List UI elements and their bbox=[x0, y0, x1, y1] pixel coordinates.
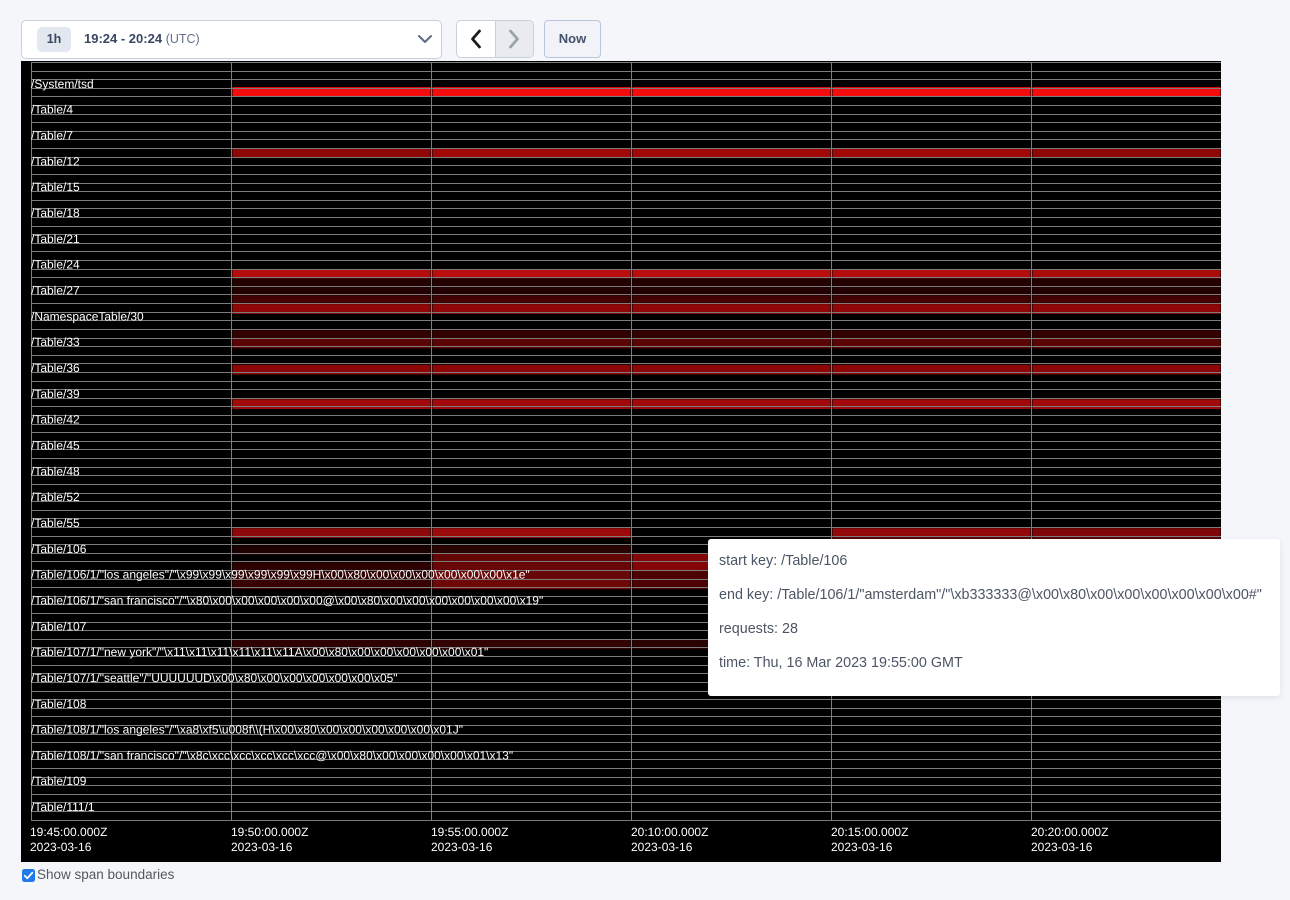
svg-text:20:20:00.000Z: 20:20:00.000Z bbox=[1031, 825, 1108, 839]
svg-text:/Table/39: /Table/39 bbox=[31, 387, 80, 401]
svg-text:/Table/109: /Table/109 bbox=[31, 774, 87, 788]
svg-text:/Table/27: /Table/27 bbox=[31, 283, 80, 297]
svg-text:19:45:00.000Z: 19:45:00.000Z bbox=[30, 825, 107, 839]
svg-text:/Table/4: /Table/4 bbox=[31, 103, 73, 117]
svg-text:/Table/52: /Table/52 bbox=[31, 490, 80, 504]
svg-text:/Table/36: /Table/36 bbox=[31, 361, 80, 375]
svg-text:/Table/7: /Table/7 bbox=[31, 128, 73, 142]
svg-text:20:15:00.000Z: 20:15:00.000Z bbox=[831, 825, 908, 839]
svg-text:/Table/107/1/"new york"/"\x11\: /Table/107/1/"new york"/"\x11\x11\x11\x1… bbox=[31, 645, 488, 659]
svg-text:/Table/33: /Table/33 bbox=[31, 335, 80, 349]
svg-text:/Table/106/1/"san francisco"/": /Table/106/1/"san francisco"/"\x80\x00\x… bbox=[31, 593, 543, 607]
svg-text:19:55:00.000Z: 19:55:00.000Z bbox=[431, 825, 508, 839]
svg-text:/Table/107/1/"seattle"/"UUUUUU: /Table/107/1/"seattle"/"UUUUUUD\x00\x80\… bbox=[31, 671, 398, 685]
svg-text:19:50:00.000Z: 19:50:00.000Z bbox=[231, 825, 308, 839]
svg-text:2023-03-16: 2023-03-16 bbox=[831, 840, 893, 854]
svg-text:/Table/48: /Table/48 bbox=[31, 464, 80, 478]
svg-text:/Table/108/1/"san francisco"/": /Table/108/1/"san francisco"/"\x8c\xcc\x… bbox=[31, 748, 513, 762]
svg-text:/Table/107: /Table/107 bbox=[31, 619, 87, 633]
svg-text:2023-03-16: 2023-03-16 bbox=[431, 840, 493, 854]
svg-text:/Table/21: /Table/21 bbox=[31, 232, 80, 246]
svg-text:2023-03-16: 2023-03-16 bbox=[231, 840, 293, 854]
svg-text:/Table/45: /Table/45 bbox=[31, 438, 80, 452]
svg-text:/Table/108: /Table/108 bbox=[31, 697, 87, 711]
svg-text:/Table/42: /Table/42 bbox=[31, 413, 80, 427]
svg-text:/Table/15: /Table/15 bbox=[31, 180, 80, 194]
svg-text:/Table/12: /Table/12 bbox=[31, 154, 80, 168]
svg-text:2023-03-16: 2023-03-16 bbox=[30, 840, 92, 854]
svg-text:2023-03-16: 2023-03-16 bbox=[1031, 840, 1093, 854]
svg-text:/Table/111/1: /Table/111/1 bbox=[31, 800, 95, 814]
svg-text:/Table/18: /Table/18 bbox=[31, 206, 80, 220]
svg-text:/Table/108/1/"los angeles"/"\x: /Table/108/1/"los angeles"/"\xa8\xf5\u00… bbox=[31, 723, 463, 737]
svg-text:20:10:00.000Z: 20:10:00.000Z bbox=[631, 825, 708, 839]
svg-text:/System/tsd: /System/tsd bbox=[31, 77, 94, 91]
svg-text:/Table/106/1/"los angeles"/"\x: /Table/106/1/"los angeles"/"\x99\x99\x99… bbox=[31, 568, 530, 582]
svg-text:2023-03-16: 2023-03-16 bbox=[631, 840, 693, 854]
svg-text:/Table/55: /Table/55 bbox=[31, 516, 80, 530]
svg-text:/Table/24: /Table/24 bbox=[31, 258, 80, 272]
svg-text:/NamespaceTable/30: /NamespaceTable/30 bbox=[31, 309, 144, 323]
svg-text:/Table/106: /Table/106 bbox=[31, 542, 87, 556]
